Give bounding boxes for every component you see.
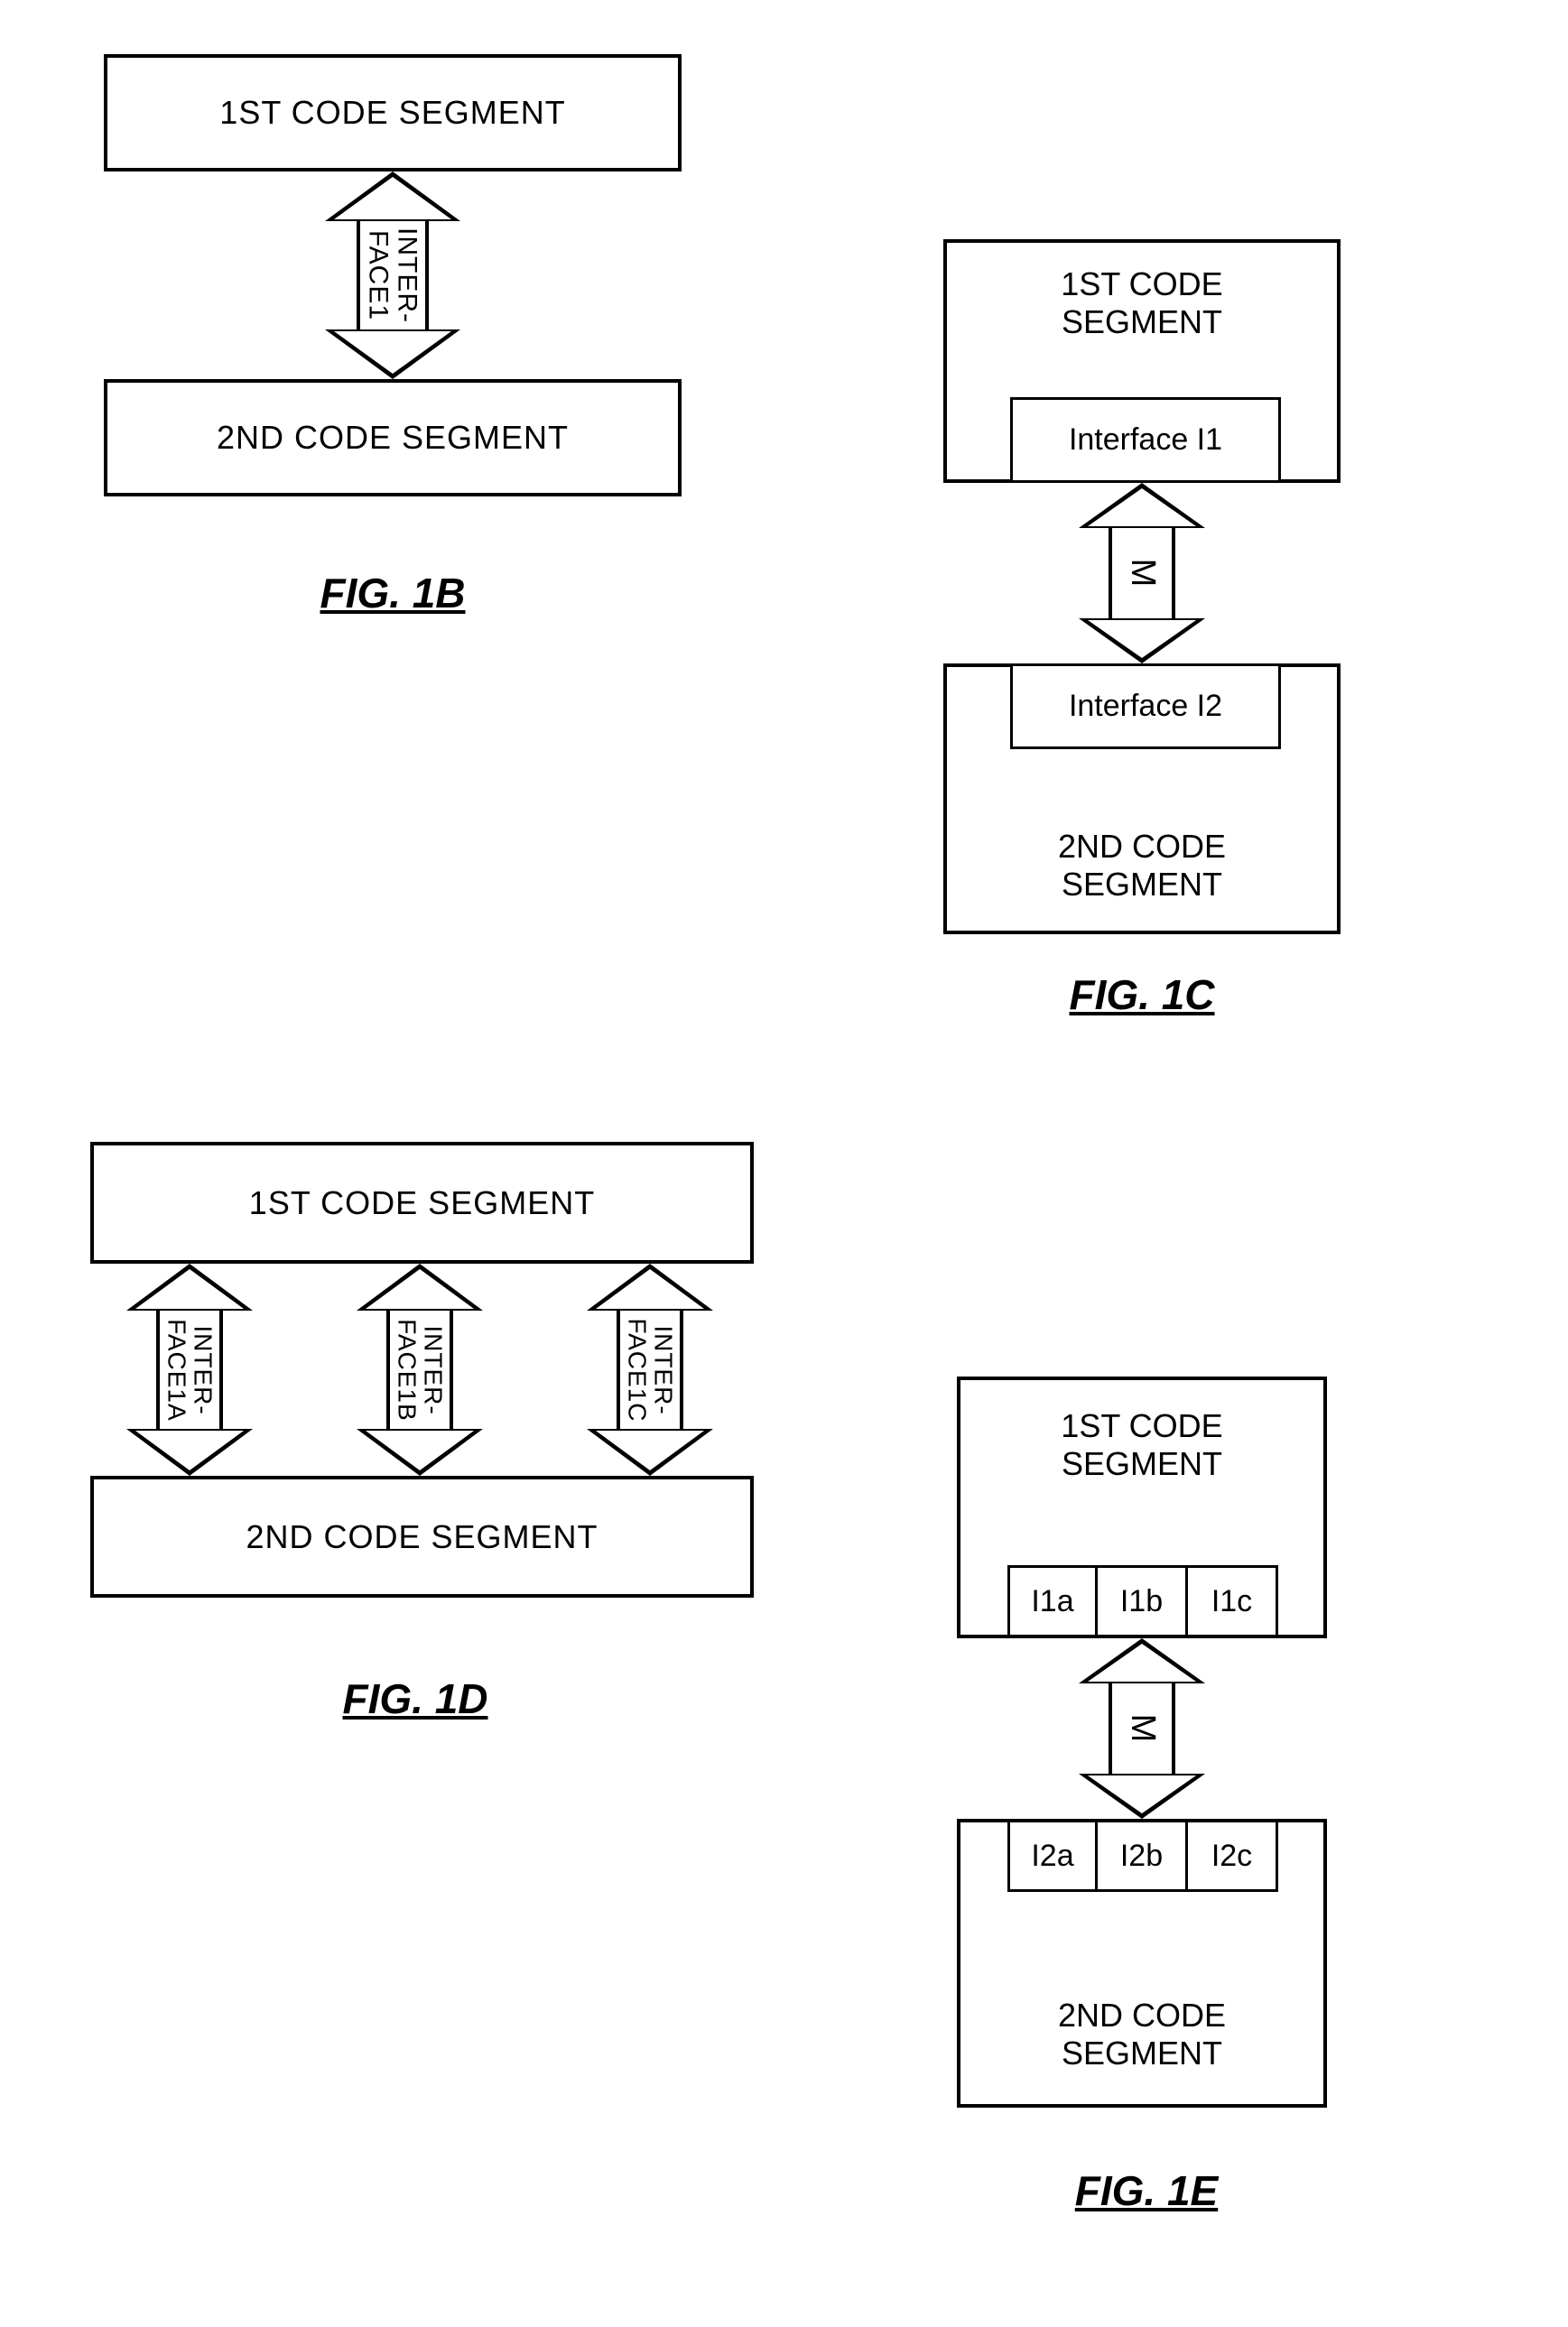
fig1c-caption: FIG. 1C — [1029, 970, 1255, 1019]
fig1e-arrow-label: M — [1124, 1714, 1160, 1744]
fig1c-top-label: 1ST CODE SEGMENT — [947, 265, 1337, 341]
fig1c-bottom-iface: Interface I2 — [1010, 663, 1281, 749]
fig1b-arrow-label: INTER- FACE1 — [365, 227, 422, 323]
fig1d-top-box: 1ST CODE SEGMENT — [90, 1142, 754, 1264]
fig1d-arrow1-label: INTER- FACE1A — [163, 1319, 217, 1421]
fig1c-top-box: 1ST CODE SEGMENT Interface I1 — [943, 239, 1341, 483]
fig1e-arrow: M — [1079, 1638, 1205, 1819]
fig1e-top-iface-1: I1a — [1007, 1565, 1098, 1637]
fig1b-arrow: INTER- FACE1 — [325, 172, 460, 379]
fig1d-arrow2-label: INTER- FACE1B — [394, 1319, 447, 1421]
fig1e-top-iface-2: I1b — [1098, 1565, 1188, 1637]
fig1e-top-box: 1ST CODE SEGMENT I1a I1b I1c — [957, 1377, 1327, 1638]
fig1d-bottom-label: 2ND CODE SEGMENT — [246, 1518, 598, 1556]
fig1d-bottom-box: 2ND CODE SEGMENT — [90, 1476, 754, 1598]
fig1c-bottom-iface-label: Interface I2 — [1069, 689, 1222, 724]
fig1c-arrow: M — [1079, 483, 1205, 663]
fig1e-bottom-iface-1: I2a — [1007, 1820, 1098, 1892]
fig1b-bottom-box: 2ND CODE SEGMENT — [104, 379, 682, 496]
fig1d-arrow-1: INTER- FACE1A — [126, 1264, 253, 1476]
fig1b-top-box: 1ST CODE SEGMENT — [104, 54, 682, 172]
fig1e-bottom-label: 2ND CODE SEGMENT — [960, 1997, 1323, 2072]
fig1e-bottom-iface-2: I2b — [1098, 1820, 1188, 1892]
fig1c-bottom-label: 2ND CODE SEGMENT — [947, 828, 1337, 904]
fig1b-top-label: 1ST CODE SEGMENT — [219, 94, 565, 132]
fig1c-top-iface-label: Interface I1 — [1069, 422, 1222, 458]
fig1d-arrow3-label: INTER- FACE1C — [624, 1318, 677, 1422]
fig1b-bottom-label: 2ND CODE SEGMENT — [217, 419, 569, 457]
fig1c-arrow-label: M — [1124, 559, 1160, 589]
fig1d-arrow-3: INTER- FACE1C — [587, 1264, 713, 1476]
fig1b-caption: FIG. 1B — [280, 569, 506, 617]
fig1e-bottom-box: I2a I2b I2c 2ND CODE SEGMENT — [957, 1819, 1327, 2108]
fig1e-top-iface-row: I1a I1b I1c — [1007, 1565, 1278, 1637]
fig1c-bottom-box: Interface I2 2ND CODE SEGMENT — [943, 663, 1341, 934]
fig1d-arrow-2: INTER- FACE1B — [357, 1264, 483, 1476]
fig1c-top-iface: Interface I1 — [1010, 397, 1281, 483]
fig1e-caption: FIG. 1E — [1034, 2166, 1259, 2215]
fig1e-top-iface-3: I1c — [1188, 1565, 1278, 1637]
fig1e-bottom-iface-3: I2c — [1188, 1820, 1278, 1892]
fig1e-top-label: 1ST CODE SEGMENT — [960, 1407, 1323, 1483]
fig1d-caption: FIG. 1D — [302, 1674, 528, 1723]
fig1d-top-label: 1ST CODE SEGMENT — [249, 1184, 595, 1222]
fig1e-bottom-iface-row: I2a I2b I2c — [1007, 1820, 1278, 1892]
